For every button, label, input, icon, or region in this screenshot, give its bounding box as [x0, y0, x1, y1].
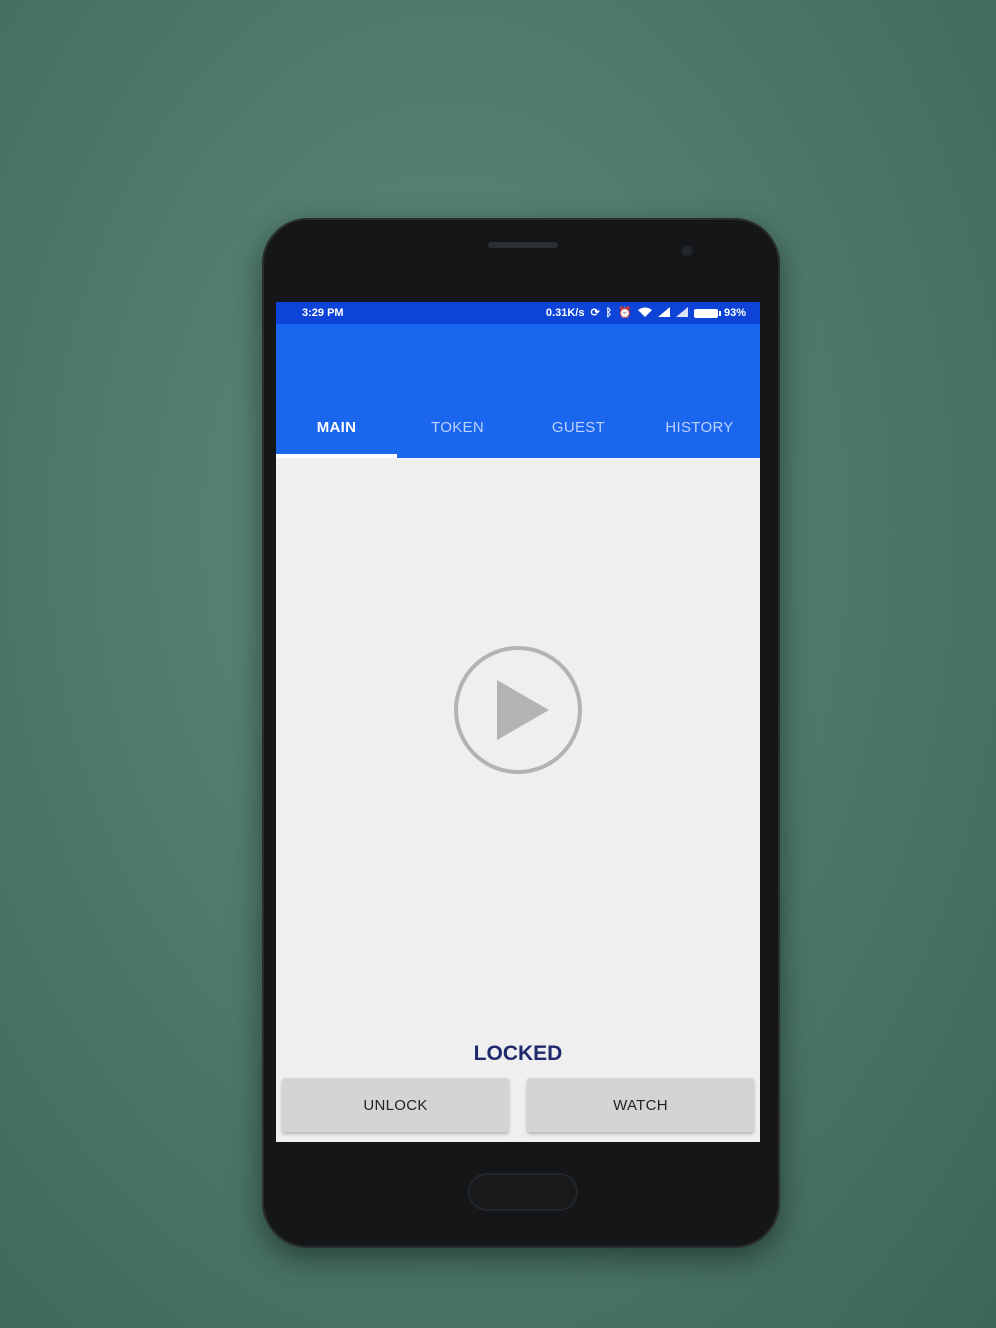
network-speed: 0.31K/s: [545, 307, 585, 319]
home-button[interactable]: [468, 1173, 578, 1211]
app-screen: 3:29 PM 0.31K/s ⟳ ᛒ ⏰ 93% MAIN TOKEN GUE…: [276, 302, 760, 1142]
battery-percent: 93%: [723, 307, 746, 319]
earpiece: [488, 242, 558, 248]
status-time: 3:29 PM: [302, 307, 344, 319]
app-bar: MAIN TOKEN GUEST HISTORY: [276, 324, 760, 458]
alarm-icon: ⏰: [618, 306, 632, 319]
front-camera: [680, 244, 694, 258]
signal-icon: [675, 306, 688, 320]
play-icon: [497, 680, 549, 740]
wifi-icon: [637, 307, 652, 320]
status-bar: 3:29 PM 0.31K/s ⟳ ᛒ ⏰ 93%: [276, 302, 760, 324]
tab-history[interactable]: HISTORY: [639, 396, 760, 458]
sync-icon: ⟳: [590, 306, 600, 319]
tab-main[interactable]: MAIN: [276, 396, 397, 458]
watch-button[interactable]: WATCH: [527, 1078, 754, 1132]
status-indicators: 0.31K/s ⟳ ᛒ ⏰ 93%: [545, 306, 746, 320]
battery-icon: [693, 308, 721, 318]
phone-device: 3:29 PM 0.31K/s ⟳ ᛒ ⏰ 93% MAIN TOKEN GUE…: [262, 218, 780, 1248]
play-button[interactable]: [454, 646, 582, 774]
tab-guest[interactable]: GUEST: [518, 396, 639, 458]
main-content: LOCKED UNLOCK WATCH: [276, 458, 760, 1142]
tab-bar: MAIN TOKEN GUEST HISTORY: [276, 396, 760, 458]
bluetooth-icon: ᛒ: [605, 306, 613, 319]
lock-status-text: LOCKED: [473, 1042, 563, 1065]
action-buttons: UNLOCK WATCH: [282, 1078, 754, 1132]
unlock-button[interactable]: UNLOCK: [282, 1078, 509, 1132]
tab-token[interactable]: TOKEN: [397, 396, 518, 458]
signal-icon: [657, 306, 670, 320]
